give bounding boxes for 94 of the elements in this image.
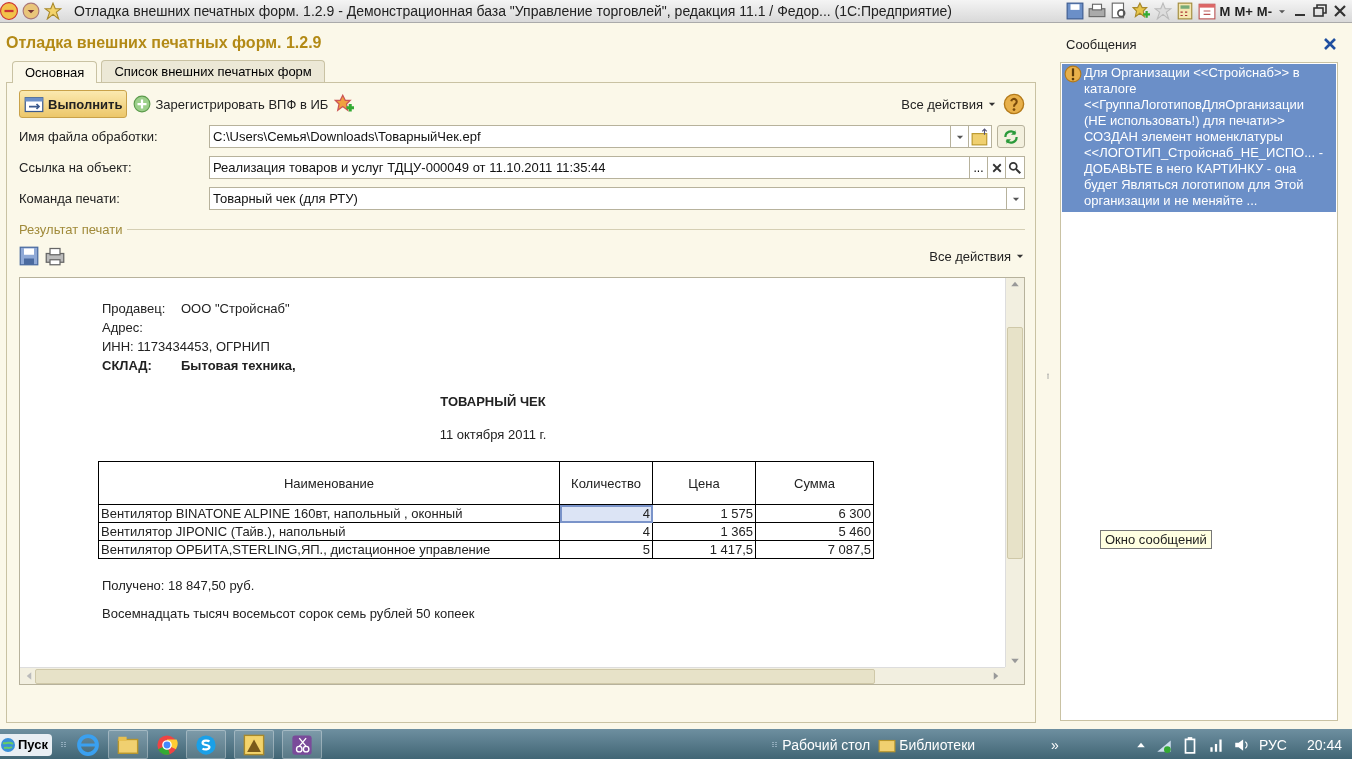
clear-icon <box>990 161 1003 174</box>
dropdown-icon[interactable] <box>22 2 40 20</box>
save-icon[interactable] <box>1065 2 1084 20</box>
tooltip: Окно сообщений <box>1100 530 1212 549</box>
table-cell[interactable]: 4 <box>559 522 653 541</box>
column-header: Наименование <box>98 461 560 505</box>
taskbar-button[interactable] <box>108 730 148 759</box>
print-icon[interactable] <box>1087 2 1106 20</box>
column-header: Цена <box>652 461 756 505</box>
document-value: ООО "Стройснаб" <box>181 301 290 316</box>
globe-icon <box>0 736 16 753</box>
column-header: Количество <box>559 461 653 505</box>
table-cell[interactable]: Вентилятор JIPONIC (Тайв.), напольный <box>98 522 560 541</box>
refresh-button[interactable] <box>997 125 1025 148</box>
document-label: СКЛАД: <box>102 358 153 373</box>
calculator-icon[interactable] <box>1175 2 1194 20</box>
table-cell[interactable]: Вентилятор ОРБИТА,STERLING,ЯП., дистационное управление <box>98 540 560 559</box>
language-indicator[interactable]: РУС <box>1258 736 1287 753</box>
search-button[interactable] <box>1006 156 1025 179</box>
run-icon <box>24 94 44 114</box>
taskbar-button[interactable] <box>186 730 226 759</box>
document-label: Адрес: <box>102 320 143 335</box>
favorites-star-icon[interactable] <box>44 2 62 20</box>
form-title: Отладка внешних печатных форм. 1.2.9 <box>6 34 323 52</box>
print-preview-icon[interactable] <box>1109 2 1128 20</box>
table-cell[interactable]: 5 460 <box>755 522 874 541</box>
panel-title: Сообщения <box>1066 36 1137 52</box>
grip-icon <box>60 740 68 749</box>
table-cell[interactable]: 1 365 <box>652 522 756 541</box>
close-icon[interactable] <box>1332 3 1348 19</box>
clock[interactable]: 20:44 <box>1306 736 1342 753</box>
document-date: 11 октября 2011 г. <box>439 427 547 442</box>
close-icon[interactable] <box>1322 36 1338 52</box>
table-cell[interactable]: 6 300 <box>755 504 874 523</box>
taskbar-button[interactable] <box>282 730 322 759</box>
amount-in-words: Восемнадцать тысяч восемьсот сорок семь рублей 50 копеек <box>102 606 476 621</box>
register-button[interactable]: Зарегистрировать ВПФ в ИБ <box>133 95 329 113</box>
table-cell[interactable]: 1 575 <box>652 504 756 523</box>
field-label: Команда печати: <box>19 191 121 206</box>
calendar-icon[interactable] <box>1197 2 1216 20</box>
print-icon[interactable] <box>45 246 65 266</box>
splitter-handle-icon[interactable] <box>1045 373 1051 379</box>
table-cell[interactable]: 5 <box>559 540 653 559</box>
tab[interactable]: Список внешних печатных форм <box>101 60 325 82</box>
group-label: Результат печати <box>19 222 123 237</box>
received-text: Получено: 18 847,50 руб. <box>102 578 256 593</box>
table-cell[interactable]: 1 417,5 <box>652 540 756 559</box>
logo-icon[interactable] <box>0 2 18 20</box>
memory-button[interactable]: M+ <box>1234 3 1253 19</box>
select-button[interactable]: ... <box>970 156 988 179</box>
document-label: Продавец: <box>102 301 167 316</box>
start-button[interactable]: Пуск <box>0 733 52 756</box>
input-field[interactable]: Реализация товаров и услуг ТДЦУ-000049 от 11.10.2011 11:35:44 <box>209 156 970 179</box>
star-add-icon[interactable] <box>1131 2 1150 20</box>
table-cell[interactable]: Вентилятор BINATONE ALPINE 160вт, напольный , оконный <box>98 504 560 523</box>
memory-button[interactable]: M <box>1219 3 1231 19</box>
open-file-button[interactable] <box>969 125 992 148</box>
help-icon[interactable] <box>1003 93 1025 115</box>
field-label: Ссылка на объект: <box>19 160 133 175</box>
clear-button[interactable] <box>988 156 1006 179</box>
input-field[interactable]: C:\Users\Семья\Downloads\ТоварныйЧек.epf <box>209 125 951 148</box>
window-title: Отладка внешних печатных форм. 1.2.9 - Демонстрационная база "Управление торговлей", редакция 11.1 / Федор... (1С:Предприятие) <box>74 3 953 19</box>
field-label: Имя файла обработки: <box>19 129 159 144</box>
memory-button[interactable]: M- <box>1256 3 1272 19</box>
document-label: ИНН: 1173434453, ОГРНИП <box>102 339 270 354</box>
warning-icon <box>1064 65 1082 83</box>
document-value: Бытовая техника, <box>181 358 296 373</box>
add-circle-icon <box>133 95 152 113</box>
chrome-icon[interactable] <box>156 733 178 756</box>
all-actions-menu[interactable]: Все действия <box>901 96 997 112</box>
run-button[interactable]: Выполнить <box>19 90 128 118</box>
taskbar-toolbar-item[interactable]: Библиотеки <box>878 735 976 754</box>
table-cell[interactable]: 7 087,5 <box>755 540 874 559</box>
save-icon[interactable] <box>19 246 39 266</box>
taskbar-button[interactable] <box>234 730 274 759</box>
all-actions-menu[interactable]: Все действия <box>929 248 1025 264</box>
vertical-scrollbar[interactable] <box>1005 278 1024 667</box>
restore-icon[interactable] <box>1312 3 1328 19</box>
scissors-icon <box>291 733 313 756</box>
document-title: ТОВАРНЫЙ ЧЕК <box>440 394 546 409</box>
grip-icon <box>771 740 780 749</box>
search-icon <box>1008 160 1022 175</box>
input-field[interactable]: Товарный чек (для РТУ) <box>209 187 1007 210</box>
tab[interactable]: Основная <box>12 61 98 83</box>
folder-icon <box>971 127 989 146</box>
app-icon <box>243 733 265 756</box>
refresh-icon <box>1002 127 1020 146</box>
column-header: Сумма <box>755 461 874 505</box>
star-add-icon[interactable] <box>334 94 355 114</box>
more-button[interactable]: » <box>1051 736 1059 753</box>
horizontal-scrollbar[interactable] <box>20 667 1005 684</box>
taskbar-toolbar-item[interactable]: Рабочий стол <box>771 736 871 753</box>
s-circle-icon <box>195 733 217 756</box>
star-icon[interactable] <box>1153 2 1172 20</box>
